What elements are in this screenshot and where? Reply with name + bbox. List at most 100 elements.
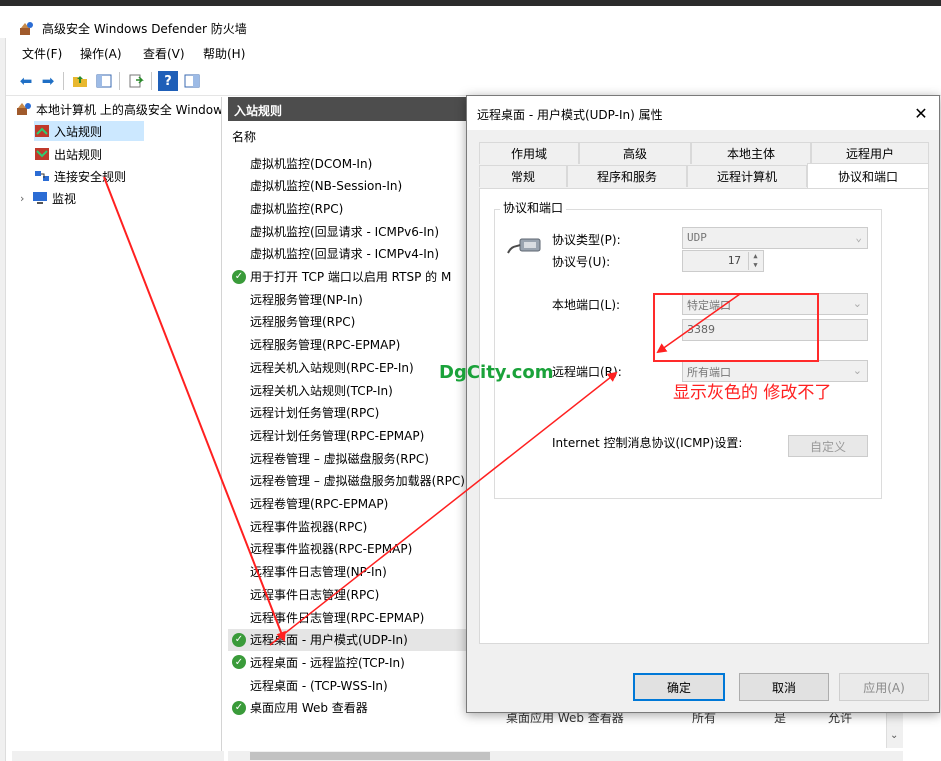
vertical-scrollbar[interactable]: ⌄ [886,712,903,748]
tab-remote-users[interactable]: 远程用户 [811,142,929,164]
outbound-rules-icon [35,148,49,160]
table-row[interactable]: 虚拟机监控(回显请求 - ICMPv4-In) [228,243,468,265]
table-row[interactable]: 远程事件日志管理(RPC) [228,583,468,605]
column-header-name[interactable]: 名称 [228,128,256,145]
chevron-down-icon: ⌄ [855,231,862,244]
local-port-label: 本地端口(L): [552,298,621,312]
table-row[interactable]: 虚拟机监控(NB-Session-In) [228,175,468,197]
table-row[interactable]: 远程服务管理(RPC) [228,311,468,333]
table-row[interactable]: 远程事件监视器(RPC-EPMAP) [228,538,468,560]
app-titlebar: 高级安全 Windows Defender 防火墙 [0,6,941,38]
table-row[interactable]: 远程事件监视器(RPC) [228,515,468,537]
properties-pane-icon[interactable] [182,71,202,91]
tab-local-principals[interactable]: 本地主体 [691,142,811,164]
menu-help[interactable]: 帮助(H) [203,45,245,62]
rules-list-pane: 入站规则 名称 虚拟机监控(DCOM-In) 虚拟机监控(NB-Session-I… [228,97,468,751]
table-row[interactable]: 虚拟机监控(DCOM-In) [228,152,468,174]
ok-button[interactable]: 确定 [633,673,725,701]
tree-item-label: 连接安全规则 [54,169,127,184]
protocol-type-select[interactable]: UDP ⌄ [682,227,868,249]
rule-name: 远程服务管理(NP-In) [250,292,363,307]
protocol-number-label: 协议号(U): [552,255,611,269]
tree-root[interactable]: 本地计算机 上的高级安全 Windows Defender 防火墙 [16,99,222,119]
rule-name: 远程事件监视器(RPC) [250,519,368,534]
back-arrow-icon[interactable]: ⬅ [16,71,36,91]
table-row[interactable]: 虚拟机监控(回显请求 - ICMPv6-In) [228,220,468,242]
table-row[interactable]: 远程计划任务管理(RPC) [228,402,468,424]
export-list-icon[interactable] [126,71,146,91]
rule-name: 远程卷管理(RPC-EPMAP) [250,497,389,511]
table-row[interactable]: 远程卷管理 – 虚拟磁盘服务(RPC) [228,447,468,469]
menu-view[interactable]: 查看(V) [143,45,185,62]
tree-item-outbound-rules[interactable]: 出站规则 [34,144,102,164]
firewall-shield-icon [20,22,33,35]
tab-remote-computers[interactable]: 远程计算机 [687,165,807,187]
chevron-right-icon[interactable]: › [20,192,32,205]
table-row[interactable]: 远程事件日志管理(RPC-EPMAP) [228,606,468,628]
inbound-rules-icon [35,125,49,137]
table-row[interactable]: 远程关机入站规则(RPC-EP-In) [228,356,468,378]
protocol-number-stepper[interactable]: 17 ▲ ▼ [682,250,764,272]
rule-name: 远程计划任务管理(RPC) [250,406,380,421]
table-row[interactable]: 远程卷管理(RPC-EPMAP) [228,493,468,515]
stepper-arrows-icon[interactable]: ▲ ▼ [748,252,762,270]
toolbar-separator [151,72,152,90]
tab-protocols-ports[interactable]: 协议和端口 [807,163,929,189]
table-row[interactable]: ✓ 远程桌面 - 用户模式(UDP-In) [228,628,468,651]
rule-name: 远程服务管理(RPC) [250,315,356,330]
rule-name: 用于打开 TCP 端口以启用 RTSP 的 M [250,270,452,284]
table-row[interactable]: 远程服务管理(NP-In) [228,288,468,310]
show-hide-tree-icon[interactable] [94,71,114,91]
table-row[interactable]: 远程服务管理(RPC-EPMAP) [228,334,468,356]
rule-name: 远程事件日志管理(RPC-EPMAP) [250,610,425,625]
table-row[interactable]: 虚拟机监控(RPC) [228,197,468,219]
tab-programs-services[interactable]: 程序和服务 [567,165,687,187]
tree-item-label: 出站规则 [54,147,103,162]
enabled-check-icon: ✓ [232,269,246,284]
chevron-down-icon: ⌄ [852,364,862,377]
rule-name: 远程桌面 - (TCP-WSS-In) [250,678,388,693]
chevron-down-icon[interactable]: ⌄ [890,730,898,741]
tree-item-label: 监视 [52,191,77,206]
tab-advanced[interactable]: 高级 [579,142,691,164]
protocol-type-value: UDP [687,231,707,244]
cancel-button[interactable]: 取消 [739,673,829,701]
tab-scope[interactable]: 作用域 [479,142,579,164]
scrollbar-thumb[interactable] [250,752,490,760]
tree-item-monitoring[interactable]: › 监视 [20,188,76,208]
tree-item-connection-security[interactable]: 连接安全规则 [34,166,126,186]
tree-horizontal-scrollbar[interactable] [12,751,224,761]
tree-root-label: 本地计算机 上的高级安全 Windows Defender 防火墙 [36,102,222,117]
rule-name: 远程桌面 - 用户模式(UDP-In) [250,633,408,648]
rule-name: 远程卷管理 – 虚拟磁盘服务(RPC) [250,451,429,466]
help-icon[interactable]: ? [158,71,178,91]
table-row[interactable]: 远程事件日志管理(NP-In) [228,561,468,583]
firewall-shield-icon [17,103,31,115]
apply-button[interactable]: 应用(A) [839,673,929,701]
tab-general[interactable]: 常规 [479,165,567,187]
rule-name: 远程关机入站规则(RPC-EP-In) [250,360,414,375]
table-row[interactable]: ✓ 用于打开 TCP 端口以启用 RTSP 的 M [228,266,468,288]
enabled-check-icon: ✓ [232,632,246,647]
dialog-titlebar: 远程桌面 - 用户模式(UDP-In) 属性 ✕ [467,96,939,130]
table-row[interactable]: ✓ 远程桌面 - 远程监控(TCP-In) [228,651,468,673]
table-row[interactable]: ✓ 桌面应用 Web 查看器 [228,697,468,719]
table-row[interactable]: 远程关机入站规则(TCP-In) [228,379,468,401]
close-icon[interactable]: ✕ [909,101,933,125]
menu-action[interactable]: 操作(A) [80,45,122,62]
table-row[interactable]: 远程计划任务管理(RPC-EPMAP) [228,424,468,446]
up-folder-icon[interactable] [70,71,90,91]
group-label: 协议和端口 [500,199,567,216]
customize-button[interactable]: 自定义 [788,435,868,457]
menu-bar: 文件(F) 操作(A) 查看(V) 帮助(H) [6,40,941,64]
rule-name: 远程桌面 - 远程监控(TCP-In) [250,655,405,670]
toolbar-separator [63,72,64,90]
forward-arrow-icon[interactable]: ➡ [38,71,58,91]
highlight-box [653,293,819,362]
table-row[interactable]: 远程桌面 - (TCP-WSS-In) [228,674,468,696]
tree-item-inbound-rules[interactable]: 入站规则 [34,121,144,141]
table-row[interactable]: 远程卷管理 – 虚拟磁盘服务加载器(RPC) [228,470,468,492]
menu-file[interactable]: 文件(F) [22,45,62,62]
list-pane-header: 入站规则 [228,97,468,121]
network-cable-icon [507,238,541,254]
